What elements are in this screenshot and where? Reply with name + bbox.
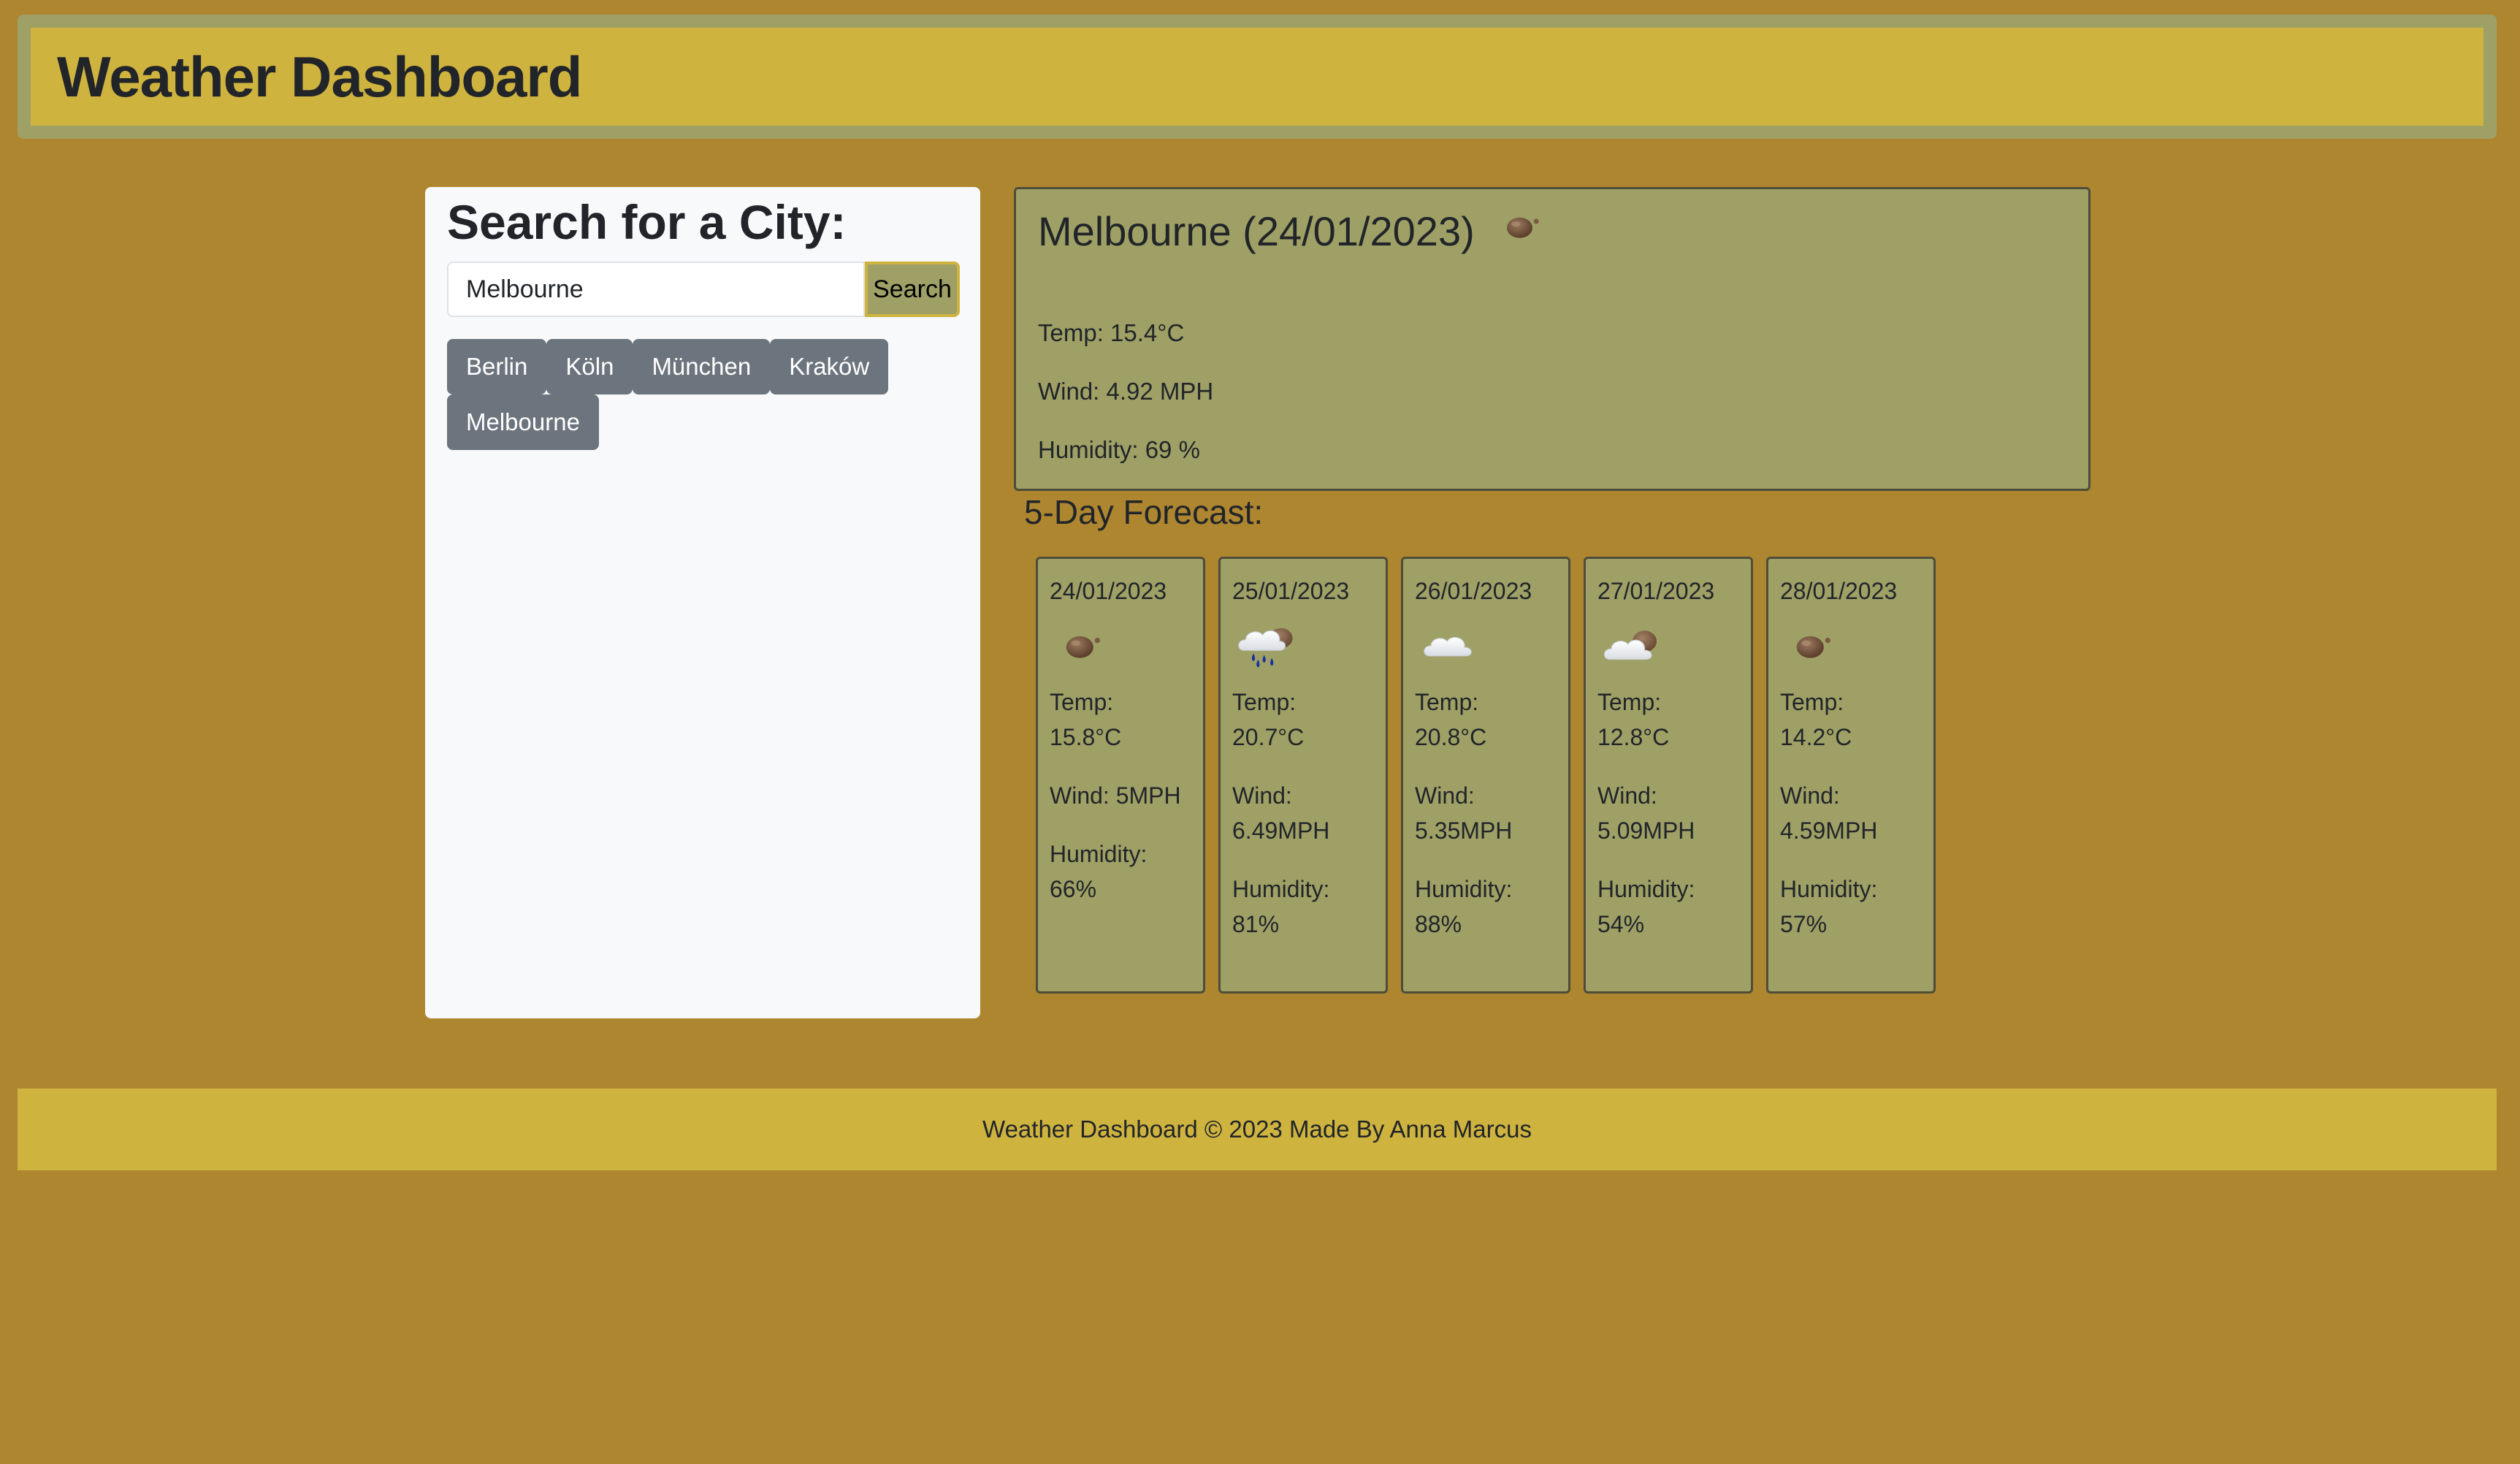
forecast-humidity: Humidity: 57% (1780, 876, 1878, 937)
forecast-card: 24/01/2023 Temp: 15.8°C Wind: 5MPH Humid… (1036, 557, 1205, 994)
clear-night-icon (1497, 207, 1548, 256)
forecast-humidity: Humidity: 54% (1597, 876, 1695, 937)
cloudy-night-icon (1603, 623, 1665, 678)
forecast-wind: Wind: 6.49MPH (1232, 782, 1330, 844)
forecast-date: 28/01/2023 (1780, 578, 1898, 604)
forecast-cards: 24/01/2023 Temp: 15.8°C Wind: 5MPH Humid… (1036, 557, 1936, 994)
current-wind: Wind: 4.92 MPH (1038, 378, 1214, 405)
forecast-card: 27/01/2023 Temp: 12.8°C Wind: 5.09MPH Hu… (1584, 557, 1753, 994)
current-city-date: Melbourne (24/01/2023) (1038, 208, 1475, 254)
footer-text: Weather Dashboard © 2023 Made By Anna Ma… (982, 1116, 1532, 1143)
footer: Weather Dashboard © 2023 Made By Anna Ma… (18, 1089, 2497, 1170)
current-temp: Temp: 15.4°C (1038, 319, 1185, 346)
page-title: Weather Dashboard (57, 44, 582, 109)
header-bar: Weather Dashboard (31, 28, 2483, 126)
forecast-wind: Wind: 4.59MPH (1780, 782, 1878, 844)
history-city-button[interactable]: Köln (546, 339, 633, 394)
history-city-button[interactable]: Kraków (770, 339, 889, 394)
rain-night-icon (1238, 622, 1299, 679)
current-humidity: Humidity: 69 % (1038, 436, 1200, 463)
forecast-humidity: Humidity: 81% (1232, 876, 1330, 937)
current-weather-card: Melbourne (24/01/2023) Temp: 15.4°C Wind… (1014, 187, 2091, 491)
history-city-button[interactable]: Berlin (447, 339, 547, 394)
city-search-input[interactable] (447, 262, 865, 317)
clear-night-icon (1055, 625, 1110, 676)
forecast-wind: Wind: 5.35MPH (1415, 782, 1513, 844)
search-title: Search for a City: (447, 195, 847, 249)
forecast-temp: Temp: 20.7°C (1232, 689, 1305, 750)
cloud-icon (1421, 624, 1479, 677)
search-row: Search (447, 262, 960, 317)
forecast-temp: Temp: 15.8°C (1050, 689, 1122, 750)
forecast-card: 26/01/2023 Temp: 20.8°C Wind: 5.35MPH Hu… (1401, 557, 1570, 994)
forecast-date: 24/01/2023 (1050, 578, 1167, 604)
forecast-temp: Temp: 12.8°C (1597, 689, 1670, 750)
current-weather-title: Melbourne (24/01/2023) (1038, 207, 1548, 256)
forecast-date: 27/01/2023 (1597, 578, 1715, 604)
forecast-date: 26/01/2023 (1415, 578, 1532, 604)
forecast-date: 25/01/2023 (1232, 578, 1350, 604)
forecast-wind: Wind: 5MPH (1050, 782, 1181, 809)
forecast-card: 28/01/2023 Temp: 14.2°C Wind: 4.59MPH Hu… (1766, 557, 1936, 994)
forecast-humidity: Humidity: 66% (1050, 841, 1148, 902)
header: Weather Dashboard (18, 15, 2497, 139)
forecast-wind: Wind: 5.09MPH (1597, 782, 1695, 844)
history-city-button[interactable]: München (633, 339, 771, 394)
forecast-humidity: Humidity: 88% (1415, 876, 1513, 937)
forecast-temp: Temp: 14.2°C (1780, 689, 1852, 750)
search-button[interactable]: Search (865, 262, 960, 317)
clear-night-icon (1786, 625, 1840, 676)
forecast-card: 25/01/2023 Temp: 20.7°C Wind: 6.49MPH Hu… (1218, 557, 1388, 994)
history-city-button[interactable]: Melbourne (447, 394, 599, 450)
search-panel: Search for a City: Search Berlin Köln Mü… (425, 187, 980, 1018)
forecast-title: 5-Day Forecast: (1024, 493, 1264, 531)
forecast-temp: Temp: 20.8°C (1415, 689, 1487, 750)
search-history: Berlin Köln München Kraków Melbourne (447, 339, 960, 450)
